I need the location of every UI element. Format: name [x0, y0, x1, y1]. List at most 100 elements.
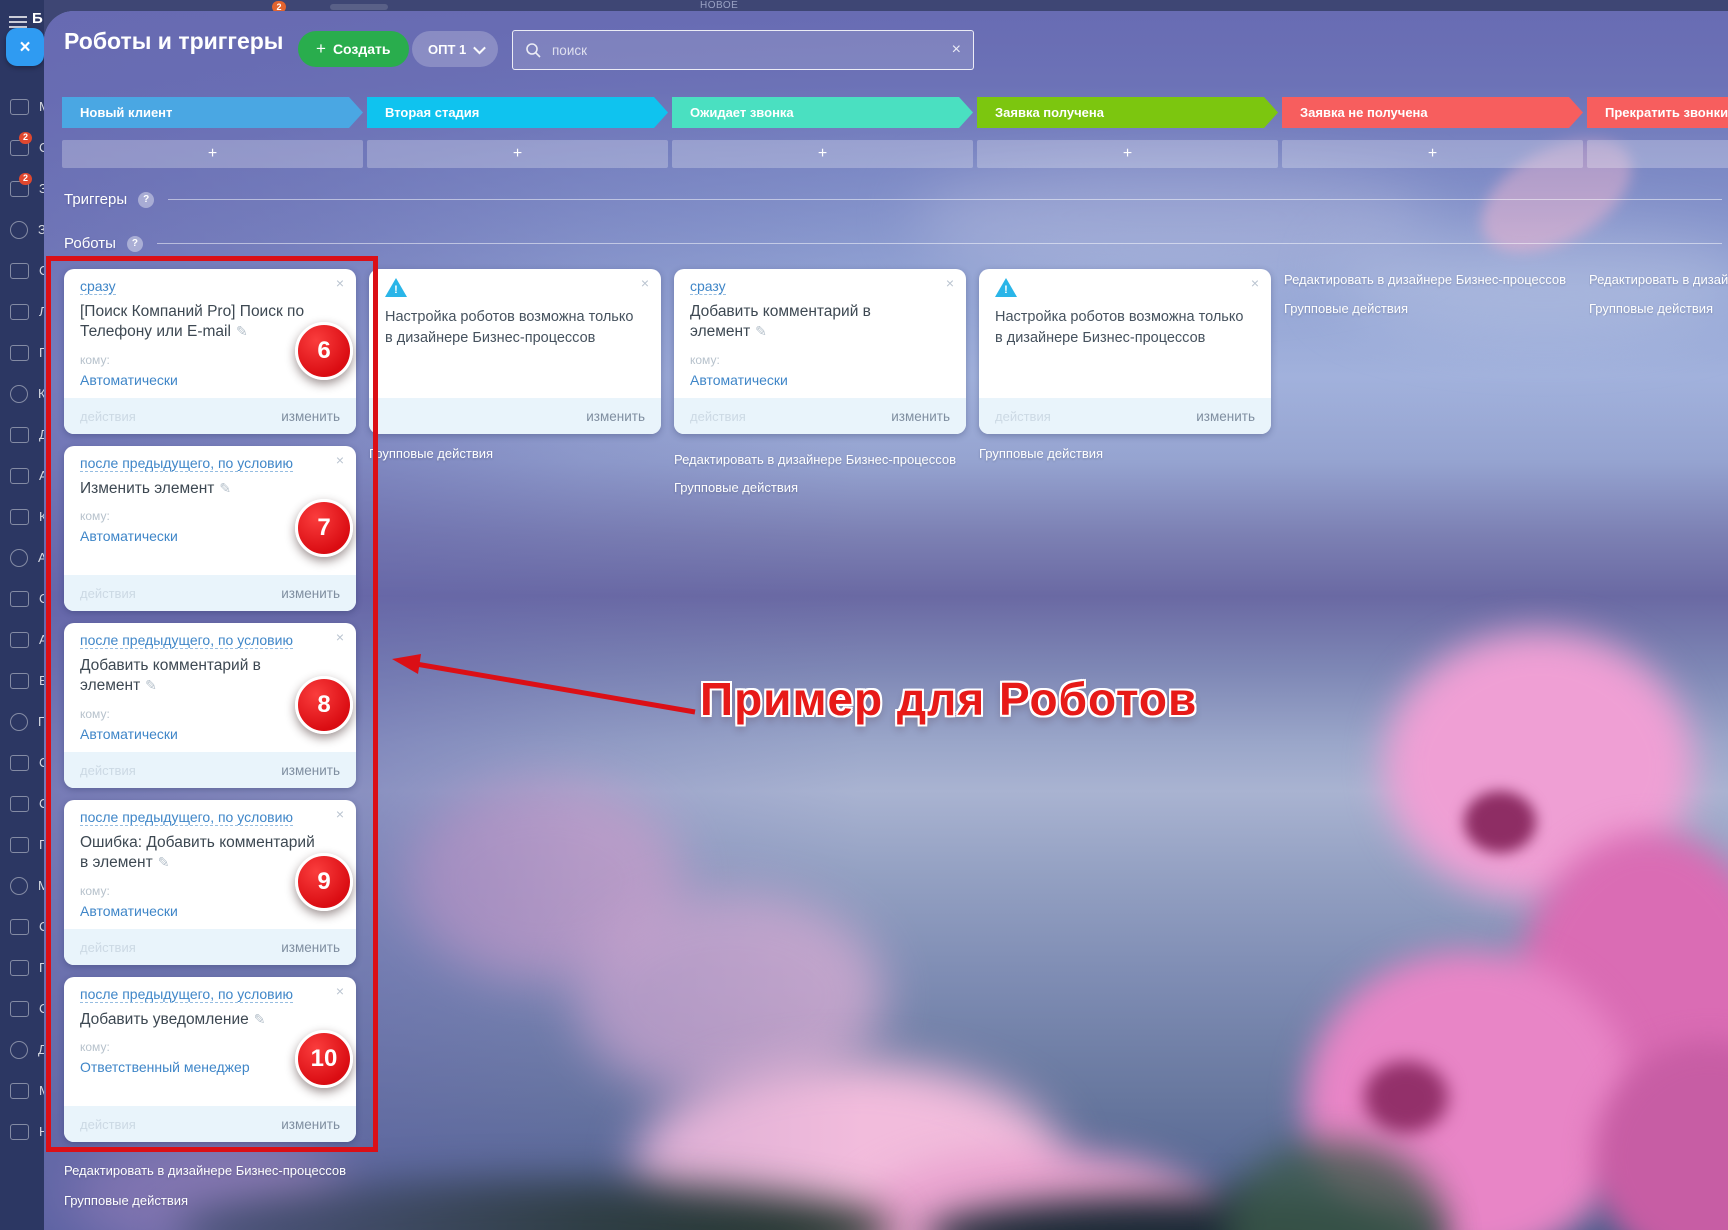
app-icon	[10, 508, 29, 525]
add-robot-button[interactable]: +	[367, 140, 668, 168]
add-robot-button[interactable]: +	[672, 140, 973, 168]
edit-pencil-icon[interactable]: ✎	[254, 1011, 266, 1027]
add-robot-button[interactable]: +	[1282, 140, 1583, 168]
edit-pencil-icon[interactable]: ✎	[219, 480, 231, 496]
stage-header[interactable]: Заявка не получена	[1282, 97, 1583, 128]
app-icon	[10, 426, 29, 443]
edit-in-designer-link[interactable]: Редактировать в дизайнере Бизнес-процесс…	[64, 1163, 356, 1178]
sidebar-item[interactable]: С	[0, 742, 44, 783]
edit-link[interactable]: изменить	[281, 1117, 340, 1132]
sidebar-item[interactable]: М	[0, 865, 44, 906]
sidebar-item[interactable]: М	[0, 86, 44, 127]
edit-link[interactable]: изменить	[281, 940, 340, 955]
add-robot-button[interactable]: +	[977, 140, 1278, 168]
pipeline-selector[interactable]: ОПТ 1	[412, 31, 499, 67]
actions-link[interactable]: действия	[80, 586, 136, 601]
sidebar-item[interactable]: Л	[0, 291, 44, 332]
sidebar-item[interactable]: М	[0, 1070, 44, 1111]
stage-header[interactable]: Прекратить звонки	[1587, 97, 1728, 128]
stage-header[interactable]: Новый клиент	[62, 97, 363, 128]
create-button[interactable]: + Создать	[298, 31, 409, 67]
actions-link[interactable]: действия	[80, 940, 136, 955]
edit-pencil-icon[interactable]: ✎	[145, 677, 157, 693]
app-top-strip: 2 новое	[0, 0, 1728, 11]
sidebar-item[interactable]: 2 З	[0, 168, 44, 209]
robot-when-link[interactable]: после предыдущего, по условию	[80, 455, 293, 472]
add-robot-button[interactable]: +	[1587, 140, 1728, 168]
edit-link[interactable]: изменить	[281, 409, 340, 424]
actions-link[interactable]: действия	[80, 1117, 136, 1132]
robot-assignee-link[interactable]: Автоматически	[80, 372, 178, 388]
sidebar-item[interactable]: С	[0, 783, 44, 824]
sidebar-item[interactable]: Д	[0, 414, 44, 455]
sidebar-item[interactable]: П	[0, 824, 44, 865]
robot-when-link[interactable]: после предыдущего, по условию	[80, 632, 293, 649]
close-icon[interactable]: ×	[1251, 276, 1259, 290]
sidebar-item[interactable]: П	[0, 701, 44, 742]
sidebar-item[interactable]: Б	[0, 660, 44, 701]
help-icon[interactable]: ?	[138, 191, 155, 208]
group-actions-link[interactable]: Групповые действия	[979, 446, 1271, 461]
sidebar-item[interactable]: К	[0, 496, 44, 537]
sidebar-item[interactable]: С	[0, 906, 44, 947]
edit-link[interactable]: изменить	[891, 409, 950, 424]
clear-search-icon[interactable]: ×	[952, 42, 961, 58]
sidebar-item[interactable]: П	[0, 332, 44, 373]
group-actions-link[interactable]: Групповые действия	[64, 1193, 356, 1208]
robot-assignee-link[interactable]: Автоматически	[80, 903, 178, 919]
robot-assignee-link[interactable]: Автоматически	[80, 528, 178, 544]
group-actions-link[interactable]: Групповые действия	[674, 480, 966, 495]
edit-pencil-icon[interactable]: ✎	[236, 323, 248, 339]
sidebar-item[interactable]: Н	[0, 1111, 44, 1152]
edit-link[interactable]: изменить	[586, 409, 645, 424]
robot-when-link[interactable]: после предыдущего, по условию	[80, 809, 293, 826]
sidebar-item[interactable]: А	[0, 537, 44, 578]
actions-link[interactable]: действия	[80, 763, 136, 778]
close-icon[interactable]: ×	[641, 276, 649, 290]
stage-header[interactable]: Ожидает звонка	[672, 97, 973, 128]
group-actions-link[interactable]: Групповые действия	[1589, 301, 1728, 316]
stage-header[interactable]: Вторая стадия	[367, 97, 668, 128]
robot-assignee-link[interactable]: Автоматически	[690, 372, 788, 388]
robot-when-link[interactable]: сразу	[690, 278, 726, 295]
edit-link[interactable]: изменить	[281, 763, 340, 778]
add-robot-button[interactable]: +	[62, 140, 363, 168]
robot-assignee-link[interactable]: Автоматически	[80, 726, 178, 742]
close-icon[interactable]: ×	[336, 807, 344, 821]
edit-in-designer-link[interactable]: Редактировать в дизайнере Бизнес-процесс…	[674, 452, 966, 467]
robot-when-link[interactable]: после предыдущего, по условию	[80, 986, 293, 1003]
sidebar-item[interactable]: Д	[0, 1029, 44, 1070]
group-actions-link[interactable]: Групповые действия	[1284, 301, 1576, 316]
edit-pencil-icon[interactable]: ✎	[755, 323, 767, 339]
edit-link[interactable]: изменить	[281, 586, 340, 601]
group-actions-link[interactable]: Групповые действия	[369, 446, 661, 461]
sidebar-item[interactable]: С	[0, 578, 44, 619]
search-input[interactable]	[550, 41, 943, 59]
actions-link[interactable]: действия	[690, 409, 746, 424]
menu-icon[interactable]	[9, 16, 27, 18]
actions-link[interactable]: действия	[995, 409, 1051, 424]
close-icon[interactable]: ×	[946, 276, 954, 290]
edit-link[interactable]: изменить	[1196, 409, 1255, 424]
help-icon[interactable]: ?	[126, 235, 143, 252]
sidebar-item[interactable]: П	[0, 947, 44, 988]
actions-link[interactable]: действия	[80, 409, 136, 424]
sidebar-item[interactable]: С	[0, 988, 44, 1029]
sidebar-item[interactable]: З	[0, 209, 44, 250]
robot-assignee-link[interactable]: Ответственный менеджер	[80, 1059, 250, 1075]
edit-pencil-icon[interactable]: ✎	[158, 854, 170, 870]
robot-when-link[interactable]: сразу	[80, 278, 116, 295]
edit-in-designer-link[interactable]: Редактировать в дизайнере Бизнес-процесс…	[1589, 272, 1728, 287]
close-icon[interactable]: ×	[336, 630, 344, 644]
sidebar-item[interactable]: К	[0, 373, 44, 414]
close-icon[interactable]: ×	[336, 984, 344, 998]
stage-header[interactable]: Заявка получена	[977, 97, 1278, 128]
sidebar-item[interactable]: 2 С	[0, 127, 44, 168]
edit-in-designer-link[interactable]: Редактировать в дизайнере Бизнес-процесс…	[1284, 272, 1576, 287]
close-icon[interactable]: ×	[336, 453, 344, 467]
sidebar-item[interactable]: А	[0, 619, 44, 660]
close-icon[interactable]: ×	[336, 276, 344, 290]
sidebar-item[interactable]: А	[0, 455, 44, 496]
sidebar-item[interactable]: С	[0, 250, 44, 291]
close-panel-button[interactable]: ×	[6, 28, 44, 66]
